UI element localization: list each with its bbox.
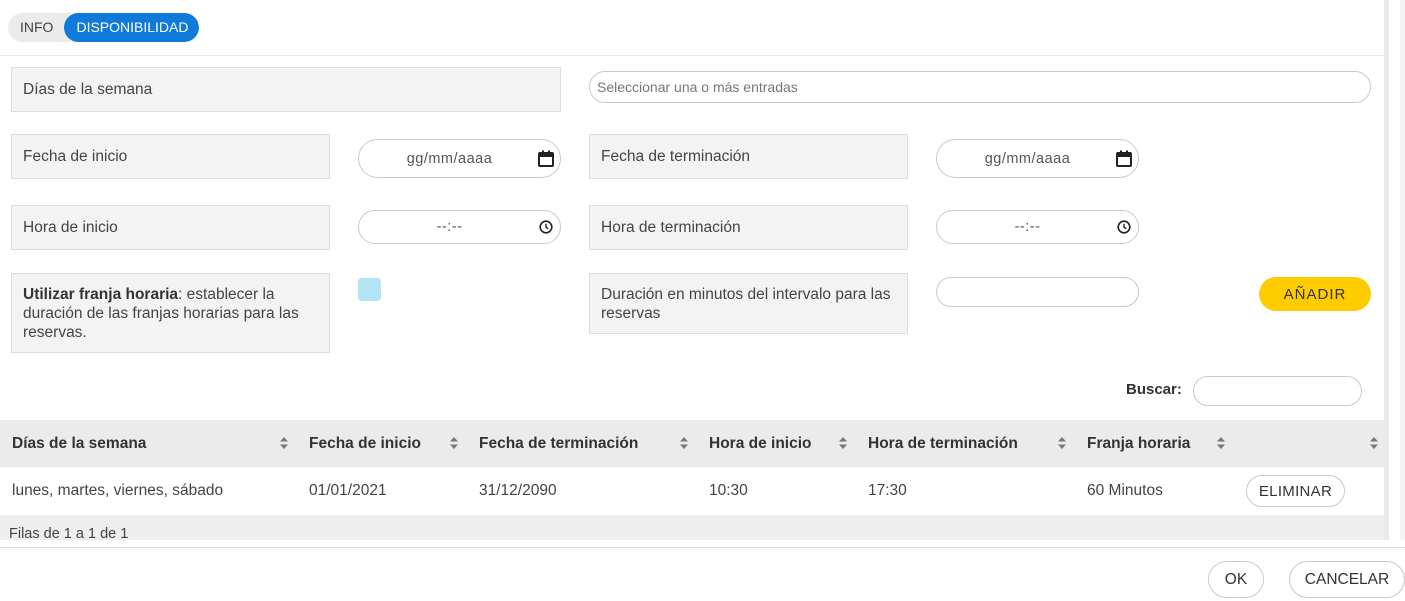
time-slot-checkbox[interactable] <box>358 278 381 301</box>
cancel-button[interactable]: CANCELAR <box>1289 561 1405 598</box>
column-header-time-slot[interactable]: Franja horaria <box>1087 420 1190 467</box>
time-slot-label-bold: Utilizar franja horaria <box>23 286 179 303</box>
vertical-scrollbar[interactable] <box>1384 0 1389 540</box>
sort-icon[interactable] <box>279 436 289 450</box>
weekdays-label: Días de la semana <box>11 67 561 112</box>
start-time-value: --:-- <box>436 219 463 235</box>
cell-start-time: 10:30 <box>709 482 748 499</box>
weekdays-placeholder: Seleccionar una o más entradas <box>597 79 798 95</box>
weekdays-multiselect[interactable]: Seleccionar una o más entradas <box>589 71 1371 103</box>
table-row: lunes, martes, viernes, sábado 01/01/202… <box>0 467 1384 515</box>
column-header-start-time[interactable]: Hora de inicio <box>709 420 812 467</box>
clock-icon[interactable] <box>1110 220 1138 234</box>
end-time-label: Hora de terminación <box>589 205 908 250</box>
end-date-input[interactable]: gg/mm/aaaa <box>936 139 1139 178</box>
sort-icon[interactable] <box>679 436 689 450</box>
cell-time-slot: 60 Minutos <box>1087 482 1163 499</box>
end-time-value: --:-- <box>1014 219 1041 235</box>
start-time-label: Hora de inicio <box>11 205 330 250</box>
start-date-input[interactable]: gg/mm/aaaa <box>358 139 561 178</box>
table-footer: Filas de 1 a 1 de 1 <box>0 515 1384 540</box>
tab-disponibilidad[interactable]: DISPONIBILIDAD <box>64 13 200 42</box>
calendar-icon[interactable] <box>532 150 560 167</box>
sort-icon[interactable] <box>449 436 459 450</box>
start-date-label: Fecha de inicio <box>11 134 330 179</box>
column-header-end-date[interactable]: Fecha de terminación <box>479 420 638 467</box>
scrollbar-track <box>1400 0 1405 540</box>
search-input[interactable] <box>1193 376 1362 406</box>
calendar-icon[interactable] <box>1110 150 1138 167</box>
tab-info[interactable]: INFO <box>8 13 64 42</box>
search-label: Buscar: <box>1126 381 1182 398</box>
end-time-input[interactable]: --:-- <box>936 210 1139 244</box>
sort-icon[interactable] <box>838 436 848 450</box>
start-date-value: gg/mm/aaaa <box>406 150 493 167</box>
cell-end-time: 17:30 <box>868 482 907 499</box>
sort-icon[interactable] <box>1057 436 1067 450</box>
column-header-weekdays[interactable]: Días de la semana <box>12 420 146 467</box>
sort-icon[interactable] <box>1216 436 1226 450</box>
cell-weekdays: lunes, martes, viernes, sábado <box>12 482 224 499</box>
table-info-text: Filas de 1 a 1 de 1 <box>9 526 129 540</box>
cell-start-date: 01/01/2021 <box>309 482 387 499</box>
start-time-input[interactable]: --:-- <box>358 210 561 244</box>
delete-button[interactable]: ELIMINAR <box>1246 475 1345 507</box>
sort-icon[interactable] <box>1369 436 1379 450</box>
end-date-label: Fecha de terminación <box>589 134 908 179</box>
column-header-start-date[interactable]: Fecha de inicio <box>309 420 421 467</box>
interval-input[interactable] <box>936 277 1139 307</box>
time-slot-label: Utilizar franja horaria: establecer la d… <box>11 273 330 353</box>
tab-bar: INFO DISPONIBILIDAD <box>8 13 200 42</box>
availability-dialog: INFO DISPONIBILIDAD Días de la semana Se… <box>0 0 1405 601</box>
add-button[interactable]: AÑADIR <box>1259 277 1371 311</box>
cell-end-date: 31/12/2090 <box>479 482 557 499</box>
interval-label: Duración en minutos del intervalo para l… <box>589 273 908 334</box>
table-header: Días de la semana Fecha de inicio Fecha … <box>0 420 1384 467</box>
end-date-value: gg/mm/aaaa <box>984 150 1071 167</box>
tabs-divider <box>0 55 1384 56</box>
clock-icon[interactable] <box>532 220 560 234</box>
footer-divider <box>0 547 1405 548</box>
ok-button[interactable]: OK <box>1208 561 1264 598</box>
column-header-end-time[interactable]: Hora de terminación <box>868 420 1018 467</box>
